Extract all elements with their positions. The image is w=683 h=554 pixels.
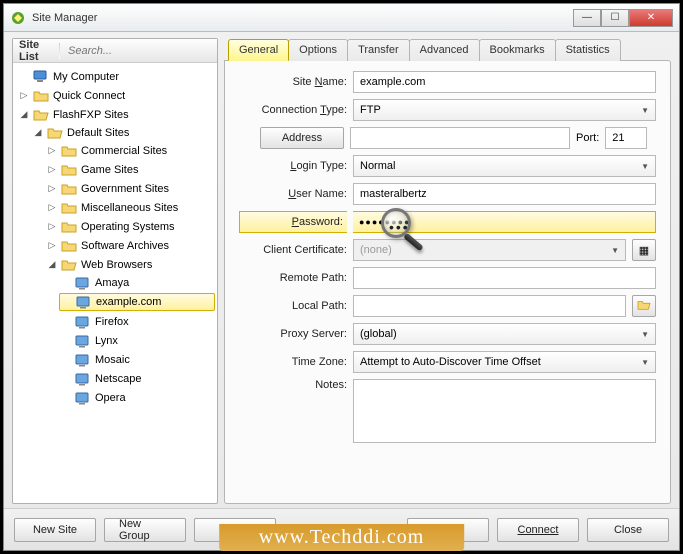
tree-flashfxp-sites[interactable]: ◢FlashFXP Sites xyxy=(17,106,215,123)
timezone-select[interactable]: Attempt to Auto-Discover Time Offset▼ xyxy=(353,351,656,373)
timezone-label: Time Zone: xyxy=(239,356,347,368)
tab-statistics[interactable]: Statistics xyxy=(555,39,621,61)
certificate-icon: ▦ xyxy=(639,244,649,257)
site-tree[interactable]: My Computer ▷Quick Connect ◢FlashFXP Sit… xyxy=(13,63,217,503)
folder-open-icon xyxy=(33,108,49,122)
maximize-button[interactable]: ☐ xyxy=(601,9,629,27)
tree-government-sites[interactable]: ▷Government Sites xyxy=(45,180,215,197)
login-type-select[interactable]: Normal▼ xyxy=(353,155,656,177)
folder-icon xyxy=(61,220,77,234)
tab-bar: General Options Transfer Advanced Bookma… xyxy=(224,39,671,61)
password-label: Password: xyxy=(239,211,347,233)
port-label: Port: xyxy=(576,132,599,144)
computer-icon xyxy=(33,70,49,84)
notes-field[interactable] xyxy=(353,379,656,443)
site-icon xyxy=(75,353,91,367)
tree-quick-connect[interactable]: ▷Quick Connect xyxy=(17,87,215,104)
folder-icon xyxy=(61,201,77,215)
connect-button[interactable]: Connect xyxy=(497,518,579,542)
tree-site-opera[interactable]: Opera xyxy=(59,389,215,406)
new-group-button[interactable]: New Group xyxy=(104,518,186,542)
user-name-field[interactable]: masteralbertz xyxy=(353,183,656,205)
tree-commercial-sites[interactable]: ▷Commercial Sites xyxy=(45,142,215,159)
client-cert-browse-button[interactable]: ▦ xyxy=(632,239,656,261)
site-icon xyxy=(75,372,91,386)
site-icon xyxy=(76,295,92,309)
tree-site-example-com[interactable]: example.com xyxy=(59,293,215,311)
tree-miscellaneous-sites[interactable]: ▷Miscellaneous Sites xyxy=(45,199,215,216)
client-cert-select[interactable]: (none)▼ xyxy=(353,239,626,261)
titlebar[interactable]: Site Manager — ☐ ✕ xyxy=(4,4,679,32)
local-path-browse-button[interactable] xyxy=(632,295,656,317)
local-path-field[interactable] xyxy=(353,295,626,317)
local-path-label: Local Path: xyxy=(239,300,347,312)
watermark: www.Techddi.com xyxy=(219,524,465,551)
minimize-button[interactable]: — xyxy=(573,9,601,27)
search-input[interactable] xyxy=(68,45,211,57)
site-list-panel: Site List My Computer ▷Quick Connect ◢Fl… xyxy=(12,38,218,504)
tab-options[interactable]: Options xyxy=(288,39,348,61)
folder-icon xyxy=(61,163,77,177)
tree-site-amaya[interactable]: Amaya xyxy=(59,274,215,291)
proxy-select[interactable]: (global)▼ xyxy=(353,323,656,345)
tree-game-sites[interactable]: ▷Game Sites xyxy=(45,161,215,178)
folder-icon xyxy=(33,89,49,103)
tree-site-mosaic[interactable]: Mosaic xyxy=(59,351,215,368)
address-field[interactable] xyxy=(350,127,570,149)
client-cert-label: Client Certificate: xyxy=(239,244,347,256)
tab-general[interactable]: General xyxy=(228,39,289,61)
remote-path-field[interactable] xyxy=(353,267,656,289)
site-name-label: Site Name: xyxy=(239,76,347,88)
site-list-label: Site List xyxy=(19,39,51,63)
chevron-down-icon: ▼ xyxy=(611,246,619,255)
address-button[interactable]: Address xyxy=(260,127,344,149)
folder-icon xyxy=(61,182,77,196)
site-name-field[interactable]: example.com xyxy=(353,71,656,93)
chevron-down-icon: ▼ xyxy=(641,330,649,339)
port-field[interactable]: 21 xyxy=(605,127,647,149)
tree-site-lynx[interactable]: Lynx xyxy=(59,332,215,349)
password-field[interactable]: ●●●●●●●● xyxy=(353,211,656,233)
tab-transfer[interactable]: Transfer xyxy=(347,39,410,61)
tree-site-firefox[interactable]: Firefox xyxy=(59,313,215,330)
site-icon xyxy=(75,276,91,290)
tree-web-browsers[interactable]: ◢Web Browsers xyxy=(45,256,215,273)
folder-icon xyxy=(61,239,77,253)
tab-bookmarks[interactable]: Bookmarks xyxy=(479,39,556,61)
window-title: Site Manager xyxy=(32,12,573,24)
site-icon xyxy=(75,391,91,405)
tree-site-netscape[interactable]: Netscape xyxy=(59,370,215,387)
connection-type-label: Connection Type: xyxy=(239,104,347,116)
notes-label: Notes: xyxy=(239,379,347,391)
folder-open-icon xyxy=(47,126,63,140)
folder-open-icon xyxy=(637,299,651,314)
tree-my-computer[interactable]: My Computer xyxy=(17,68,215,85)
chevron-down-icon: ▼ xyxy=(641,106,649,115)
site-icon xyxy=(75,315,91,329)
proxy-label: Proxy Server: xyxy=(239,328,347,340)
close-button[interactable]: ✕ xyxy=(629,9,673,27)
folder-open-icon xyxy=(61,258,77,272)
tree-operating-systems[interactable]: ▷Operating Systems xyxy=(45,218,215,235)
general-tab-body: Site Name: example.com Connection Type: … xyxy=(224,60,671,504)
tab-advanced[interactable]: Advanced xyxy=(409,39,480,61)
divider xyxy=(59,43,60,59)
login-type-label: Login Type: xyxy=(239,160,347,172)
chevron-down-icon: ▼ xyxy=(641,358,649,367)
connection-type-select[interactable]: FTP▼ xyxy=(353,99,656,121)
remote-path-label: Remote Path: xyxy=(239,272,347,284)
new-site-button[interactable]: New Site xyxy=(14,518,96,542)
folder-icon xyxy=(61,144,77,158)
site-icon xyxy=(75,334,91,348)
chevron-down-icon: ▼ xyxy=(641,162,649,171)
app-icon xyxy=(10,10,26,26)
close-window-button[interactable]: Close xyxy=(587,518,669,542)
tree-software-archives[interactable]: ▷Software Archives xyxy=(45,237,215,254)
user-name-label: User Name: xyxy=(239,188,347,200)
tree-default-sites[interactable]: ◢Default Sites xyxy=(31,124,215,141)
